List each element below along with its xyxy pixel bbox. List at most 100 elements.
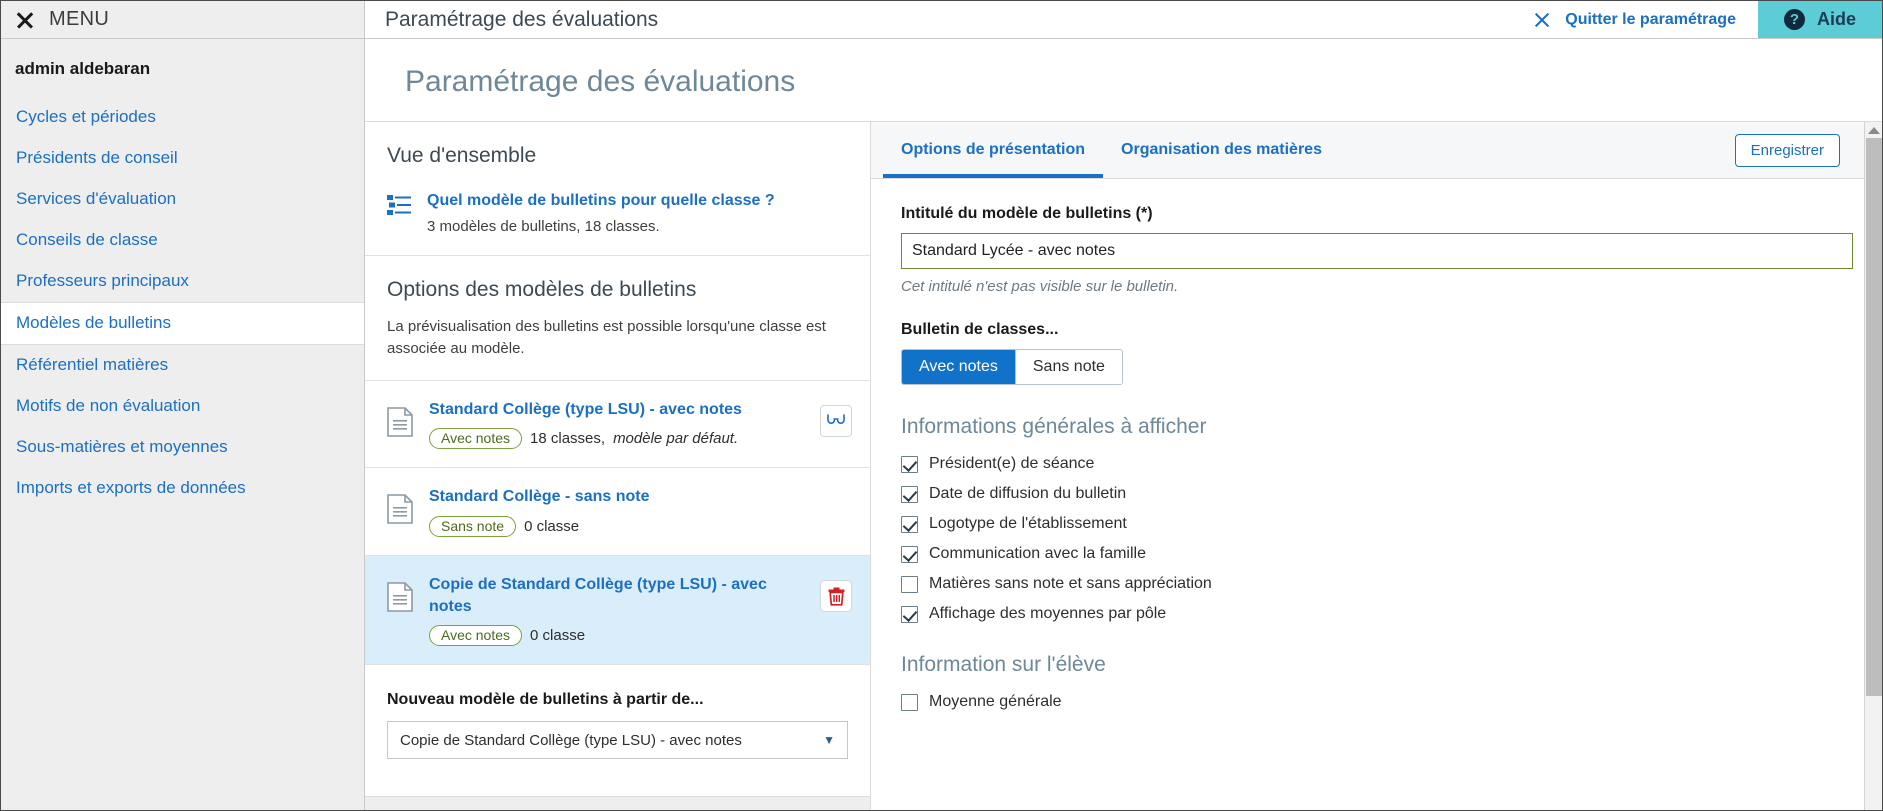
model-list-item[interactable]: Standard Collège (type LSU) - avec notes… bbox=[365, 381, 870, 469]
overview-link-row[interactable]: Quel modèle de bulletins pour quelle cla… bbox=[387, 190, 848, 235]
new-model-selected-value: Copie de Standard Collège (type LSU) - a… bbox=[400, 731, 742, 749]
scrollbar-thumb[interactable] bbox=[1866, 138, 1882, 696]
options-description: La prévisualisation des bulletins est po… bbox=[387, 318, 826, 358]
model-meta: Avec notes 0 classe bbox=[429, 625, 804, 647]
sidebar-item-presidents-de-conseil[interactable]: Présidents de conseil bbox=[1, 138, 364, 179]
save-button[interactable]: Enregistrer bbox=[1734, 134, 1840, 167]
overview-section: Vue d'ensemble Quel modèle de bulletins … bbox=[365, 122, 870, 257]
sidebar-item-modeles-de-bulletins[interactable]: Modèles de bulletins bbox=[1, 302, 364, 345]
sidebar-item-referentiel-matieres[interactable]: Référentiel matières bbox=[1, 345, 364, 386]
sidebar-user-name: admin aldebaran bbox=[15, 59, 151, 78]
segment-avec-notes[interactable]: Avec notes bbox=[902, 350, 1016, 384]
sidebar-item-services-devaluation[interactable]: Services d'évaluation bbox=[1, 179, 364, 220]
new-model-label: Nouveau modèle de bulletins à partir de.… bbox=[387, 691, 704, 709]
checkbox-checked-icon[interactable] bbox=[901, 485, 918, 503]
new-model-select[interactable]: Copie de Standard Collège (type LSU) - a… bbox=[387, 721, 848, 760]
document-icon bbox=[387, 582, 413, 612]
right-panel-vertical-scrollbar[interactable] bbox=[1864, 122, 1882, 810]
tab-organisation-des-matieres[interactable]: Organisation des matières bbox=[1103, 122, 1340, 178]
title-field-label: Intitulé du modèle de bulletins (*) bbox=[901, 205, 1153, 222]
model-info: Copie de Standard Collège (type LSU) - a… bbox=[429, 574, 804, 647]
checkbox-label: Matières sans note et sans appréciation bbox=[929, 575, 1212, 592]
checkbox-row-logotype[interactable]: Logotype de l'établissement bbox=[901, 515, 1852, 533]
model-name: Copie de Standard Collège (type LSU) - a… bbox=[429, 576, 767, 615]
overview-subtitle: 3 modèles de bulletins, 18 classes. bbox=[427, 218, 660, 236]
main-content: Paramétrage des évaluations Vue d'ensemb… bbox=[365, 39, 1882, 810]
sidebar-item-sous-matieres-et-moyennes[interactable]: Sous-matières et moyennes bbox=[1, 427, 364, 468]
checkbox-label: Moyenne générale bbox=[929, 693, 1062, 710]
options-heading: Options des modèles de bulletins bbox=[387, 278, 697, 302]
sidebar-item-motifs-de-non-evaluation[interactable]: Motifs de non évaluation bbox=[1, 386, 364, 427]
new-model-section: Nouveau modèle de bulletins à partir de.… bbox=[365, 665, 870, 779]
sidebar-item-conseils-de-classe[interactable]: Conseils de classe bbox=[1, 220, 364, 261]
close-icon bbox=[1533, 11, 1551, 29]
quit-settings-button[interactable]: Quitter le paramétrage bbox=[1515, 1, 1758, 38]
sidebar-item-imports-et-exports[interactable]: Imports et exports de données bbox=[1, 468, 364, 509]
student-info-heading: Information sur l'élève bbox=[901, 653, 1106, 676]
top-bar: MENU Paramétrage des évaluations Quitter… bbox=[1, 1, 1882, 39]
checkbox-row-matieres-sans-note[interactable]: Matières sans note et sans appréciation bbox=[901, 575, 1852, 593]
checkbox-checked-icon[interactable] bbox=[901, 545, 918, 563]
model-meta: Sans note 0 classe bbox=[429, 516, 852, 538]
model-list-item-selected[interactable]: Copie de Standard Collège (type LSU) - a… bbox=[365, 556, 870, 666]
model-name: Standard Collège (type LSU) - avec notes bbox=[429, 400, 742, 418]
model-info: Standard Collège (type LSU) - avec notes… bbox=[429, 399, 804, 450]
checkbox-unchecked-icon[interactable] bbox=[901, 575, 918, 593]
bulletin-notes-segmented-control: Avec notes Sans note bbox=[901, 349, 1123, 385]
list-tree-icon bbox=[387, 195, 411, 215]
sidebar-item-cycles-et-periodes[interactable]: Cycles et périodes bbox=[1, 97, 364, 138]
checkbox-row-communication-famille[interactable]: Communication avec la famille bbox=[901, 545, 1852, 563]
settings-right-panel: Options de présentation Organisation des… bbox=[871, 121, 1882, 810]
checkbox-label: Logotype de l'établissement bbox=[929, 515, 1127, 532]
checkbox-checked-icon[interactable] bbox=[901, 605, 918, 623]
checkbox-checked-icon[interactable] bbox=[901, 515, 918, 533]
checkbox-label: Date de diffusion du bulletin bbox=[929, 485, 1127, 502]
model-list-item[interactable]: Standard Collège - sans note Sans note 0… bbox=[365, 468, 870, 557]
segment-sans-note[interactable]: Sans note bbox=[1015, 350, 1122, 384]
model-pill-badge: Avec notes bbox=[429, 428, 523, 450]
bulletin-group-label: Bulletin de classes... bbox=[901, 321, 1059, 338]
options-section-header: Options des modèles de bulletins La prév… bbox=[365, 256, 870, 381]
preview-glasses-button[interactable] bbox=[820, 404, 852, 437]
checkbox-checked-icon[interactable] bbox=[901, 455, 918, 473]
top-bar-actions: Quitter le paramétrage ? Aide bbox=[1515, 1, 1882, 38]
menu-toggle-button[interactable]: MENU bbox=[1, 1, 365, 38]
tab-options-de-presentation[interactable]: Options de présentation bbox=[883, 122, 1104, 178]
checkbox-row-moyennes-par-pole[interactable]: Affichage des moyennes par pôle bbox=[901, 605, 1852, 623]
menu-label: MENU bbox=[49, 8, 110, 30]
checkbox-row-moyenne-generale[interactable]: Moyenne générale bbox=[901, 693, 1852, 711]
help-button[interactable]: ? Aide bbox=[1757, 1, 1882, 38]
tab-bar: Options de présentation Organisation des… bbox=[871, 122, 1882, 179]
document-icon bbox=[387, 407, 413, 437]
window-title: Paramétrage des évaluations bbox=[365, 1, 1516, 38]
scroll-up-arrow-icon[interactable] bbox=[1867, 127, 1880, 134]
checkbox-label: Affichage des moyennes par pôle bbox=[929, 605, 1167, 622]
chevron-down-icon: ▼ bbox=[823, 733, 835, 748]
model-meta-text: 0 classe bbox=[530, 627, 586, 645]
glasses-icon bbox=[827, 414, 845, 424]
checkbox-unchecked-icon[interactable] bbox=[901, 693, 918, 711]
sidebar: admin aldebaran Cycles et périodes Prési… bbox=[1, 39, 365, 810]
overview-link-label: Quel modèle de bulletins pour quelle cla… bbox=[427, 192, 775, 209]
document-icon bbox=[387, 494, 413, 525]
page-title: Paramétrage des évaluations bbox=[405, 65, 796, 98]
model-title-input[interactable] bbox=[901, 233, 1853, 269]
checkbox-label: Président(e) de séance bbox=[929, 455, 1095, 472]
quit-settings-label: Quitter le paramétrage bbox=[1565, 10, 1736, 28]
model-meta-text: 0 classe bbox=[524, 518, 580, 536]
panels-container: Vue d'ensemble Quel modèle de bulletins … bbox=[365, 121, 1882, 810]
title-field-hint: Cet intitulé n'est pas visible sur le bu… bbox=[901, 278, 1179, 295]
model-pill-badge: Sans note bbox=[429, 516, 517, 538]
delete-model-button[interactable] bbox=[820, 580, 852, 613]
checkbox-row-date-de-diffusion[interactable]: Date de diffusion du bulletin bbox=[901, 485, 1852, 503]
question-mark-icon: ? bbox=[1783, 9, 1805, 30]
application-window: MENU Paramétrage des évaluations Quitter… bbox=[0, 0, 1883, 811]
general-info-heading: Informations générales à afficher bbox=[901, 415, 1207, 438]
model-info: Standard Collège - sans note Sans note 0… bbox=[429, 486, 852, 538]
checkbox-row-president-de-seance[interactable]: Président(e) de séance bbox=[901, 455, 1852, 473]
trash-icon bbox=[828, 587, 844, 606]
model-meta-emphasis: modèle par défaut. bbox=[613, 430, 739, 448]
left-panel-horizontal-scrollbar[interactable] bbox=[365, 796, 870, 810]
help-label: Aide bbox=[1816, 9, 1856, 29]
sidebar-item-professeurs-principaux[interactable]: Professeurs principaux bbox=[1, 261, 364, 302]
